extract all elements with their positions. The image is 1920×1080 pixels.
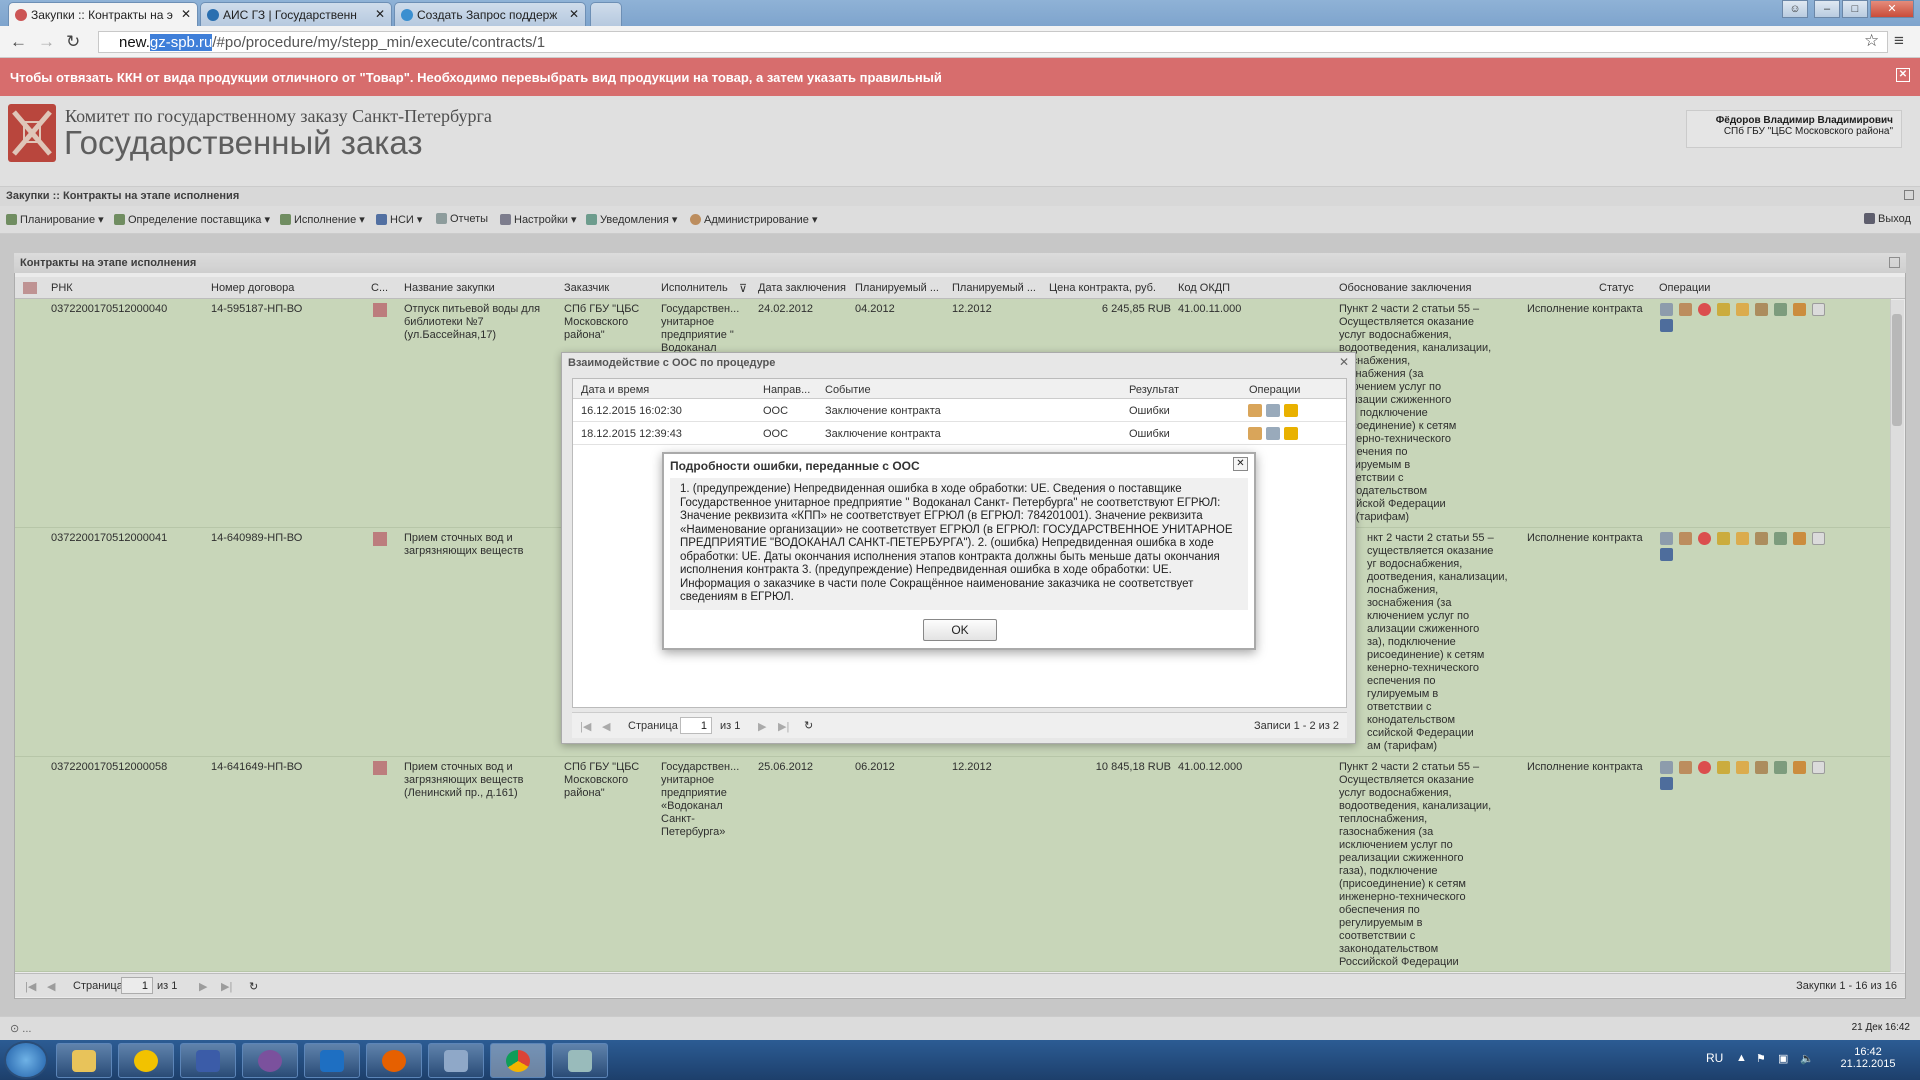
chrome-icon bbox=[506, 1050, 530, 1072]
warning-icon[interactable] bbox=[1284, 404, 1298, 417]
taskbar-app[interactable] bbox=[552, 1043, 608, 1078]
reload-icon[interactable]: ↻ bbox=[66, 32, 80, 52]
cell-event: Заключение контракта bbox=[825, 428, 941, 440]
cell-direction: ООС bbox=[763, 405, 789, 417]
alert-text: Чтобы отвязать ККН от вида продукции отл… bbox=[10, 70, 942, 85]
package-icon[interactable] bbox=[1248, 404, 1262, 417]
table-row[interactable]: 16.12.2015 16:02:30 ООС Заключение контр… bbox=[573, 400, 1346, 422]
taskbar-viber[interactable] bbox=[242, 1043, 298, 1078]
url-prefix: new. bbox=[119, 34, 150, 51]
browser-tab-bar: Закупки :: Контракты на э ✕ АИС ГЗ | Гос… bbox=[0, 0, 1920, 26]
bookmark-star-icon[interactable]: ☆ bbox=[1864, 31, 1879, 51]
tab-title: Закупки :: Контракты на э bbox=[31, 8, 173, 22]
cell-result: Ошибки bbox=[1129, 428, 1170, 440]
ok-button[interactable]: OK bbox=[923, 619, 997, 641]
browser-tab-3[interactable]: Создать Запрос поддерж ✕ bbox=[394, 2, 586, 26]
start-button[interactable] bbox=[4, 1041, 48, 1079]
close-tab-icon[interactable]: ✕ bbox=[181, 7, 191, 21]
site-favicon-icon bbox=[401, 9, 413, 21]
col-header[interactable]: Направ... bbox=[763, 384, 810, 396]
site-favicon-icon bbox=[15, 9, 27, 21]
back-icon[interactable]: ← bbox=[10, 32, 27, 52]
outlook-icon bbox=[320, 1050, 344, 1072]
taskbar-chrome[interactable] bbox=[490, 1043, 546, 1078]
warning-icon[interactable] bbox=[1284, 427, 1298, 440]
taskbar-explorer[interactable] bbox=[56, 1043, 112, 1078]
cell-event: Заключение контракта bbox=[825, 405, 941, 417]
clock-date: 21.12.2015 bbox=[1840, 1058, 1896, 1070]
close-tab-icon[interactable]: ✕ bbox=[375, 7, 385, 21]
pager-label: Страница bbox=[628, 720, 678, 732]
taskbar-network[interactable] bbox=[428, 1043, 484, 1078]
firefox-icon bbox=[382, 1050, 406, 1072]
site-favicon-icon bbox=[207, 9, 219, 21]
col-header[interactable]: Результат bbox=[1129, 384, 1179, 396]
window-close-icon[interactable]: ✕ bbox=[1870, 0, 1914, 18]
network-tray-icon[interactable]: ▣ bbox=[1778, 1052, 1788, 1065]
folder-icon bbox=[72, 1050, 96, 1072]
pager-records: Записи 1 - 2 из 2 bbox=[1254, 720, 1339, 732]
alert-banner: Чтобы отвязать ККН от вида продукции отл… bbox=[0, 58, 1920, 96]
refresh-icon[interactable]: ↻ bbox=[804, 719, 813, 732]
close-tab-icon[interactable]: ✕ bbox=[569, 7, 579, 21]
ooc-pager: |◀ ◀ Страница 1 из 1 ▶ ▶| ↻ Записи 1 - 2… bbox=[572, 712, 1347, 738]
menu-icon[interactable]: ≡ bbox=[1894, 31, 1904, 51]
minimize-icon[interactable]: – bbox=[1814, 0, 1840, 18]
col-header[interactable]: Операции bbox=[1249, 384, 1300, 396]
table-row[interactable]: 18.12.2015 12:39:43 ООС Заключение контр… bbox=[573, 423, 1346, 445]
flag-icon[interactable]: ⚑ bbox=[1756, 1052, 1766, 1065]
prev-page-icon[interactable]: ◀ bbox=[602, 720, 610, 733]
next-page-icon[interactable]: ▶ bbox=[758, 720, 766, 733]
page-input[interactable]: 1 bbox=[680, 717, 712, 734]
cell-datetime: 18.12.2015 12:39:43 bbox=[581, 428, 682, 440]
volume-icon[interactable]: 🔈 bbox=[1800, 1052, 1814, 1065]
taskbar-firefox[interactable] bbox=[366, 1043, 422, 1078]
browser-tab-2[interactable]: АИС ГЗ | Государственн ✕ bbox=[200, 2, 392, 26]
ooc-grid-headers: Дата и время Направ... Событие Результат… bbox=[573, 379, 1346, 399]
forward-icon[interactable]: → bbox=[38, 32, 55, 52]
viber-icon bbox=[258, 1050, 282, 1072]
language-indicator[interactable]: RU bbox=[1706, 1051, 1723, 1065]
clock[interactable]: 16:42 21.12.2015 bbox=[1838, 1046, 1898, 1070]
address-bar-row: ← → ↻ new.gz-spb.ru/#po/procedure/my/ste… bbox=[0, 26, 1920, 58]
url-highlight: gz-spb.ru bbox=[149, 34, 213, 51]
cell-direction: ООС bbox=[763, 428, 789, 440]
tray-arrow-icon[interactable]: ▲ bbox=[1736, 1052, 1747, 1064]
close-icon[interactable]: ✕ bbox=[1233, 457, 1248, 471]
col-header[interactable]: Событие bbox=[825, 384, 871, 396]
clock-time: 16:42 bbox=[1854, 1046, 1882, 1058]
cell-datetime: 16.12.2015 16:02:30 bbox=[581, 405, 682, 417]
first-page-icon[interactable]: |◀ bbox=[580, 720, 591, 733]
1c-icon bbox=[134, 1050, 158, 1072]
document-icon[interactable] bbox=[1266, 404, 1280, 417]
app-icon bbox=[568, 1050, 592, 1072]
document-icon[interactable] bbox=[1266, 427, 1280, 440]
taskbar-save[interactable] bbox=[180, 1043, 236, 1078]
tab-title: Создать Запрос поддерж bbox=[417, 8, 558, 22]
dialog-title: Подробности ошибки, переданные с ООС bbox=[670, 459, 920, 473]
cell-result: Ошибки bbox=[1129, 405, 1170, 417]
close-icon[interactable]: ✕ bbox=[1339, 355, 1349, 369]
error-text: 1. (предупреждение) Непредвиденная ошибк… bbox=[670, 478, 1248, 610]
alert-close-icon[interactable]: ✕ bbox=[1896, 68, 1910, 82]
row-operations bbox=[1248, 404, 1302, 420]
url-input[interactable]: new.gz-spb.ru/#po/procedure/my/stepp_min… bbox=[98, 31, 1888, 53]
last-page-icon[interactable]: ▶| bbox=[778, 720, 789, 733]
pager-total: из 1 bbox=[720, 720, 741, 732]
tab-title: АИС ГЗ | Государственн bbox=[223, 8, 357, 22]
taskbar-1c[interactable] bbox=[118, 1043, 174, 1078]
url-path: /#po/procedure/my/stepp_min/execute/cont… bbox=[212, 34, 546, 51]
profile-icon[interactable]: ☺ bbox=[1782, 0, 1808, 18]
taskbar-outlook[interactable] bbox=[304, 1043, 360, 1078]
col-header[interactable]: Дата и время bbox=[581, 384, 649, 396]
row-operations bbox=[1248, 427, 1302, 443]
network-icon bbox=[444, 1050, 468, 1072]
floppy-icon bbox=[196, 1050, 220, 1072]
package-icon[interactable] bbox=[1248, 427, 1262, 440]
browser-tab-1[interactable]: Закупки :: Контракты на э ✕ bbox=[8, 2, 198, 26]
new-tab-button[interactable] bbox=[590, 2, 622, 26]
dialog-title: Взаимодействие с ООС по процедуре bbox=[568, 357, 776, 369]
maximize-icon[interactable]: □ bbox=[1842, 0, 1868, 18]
